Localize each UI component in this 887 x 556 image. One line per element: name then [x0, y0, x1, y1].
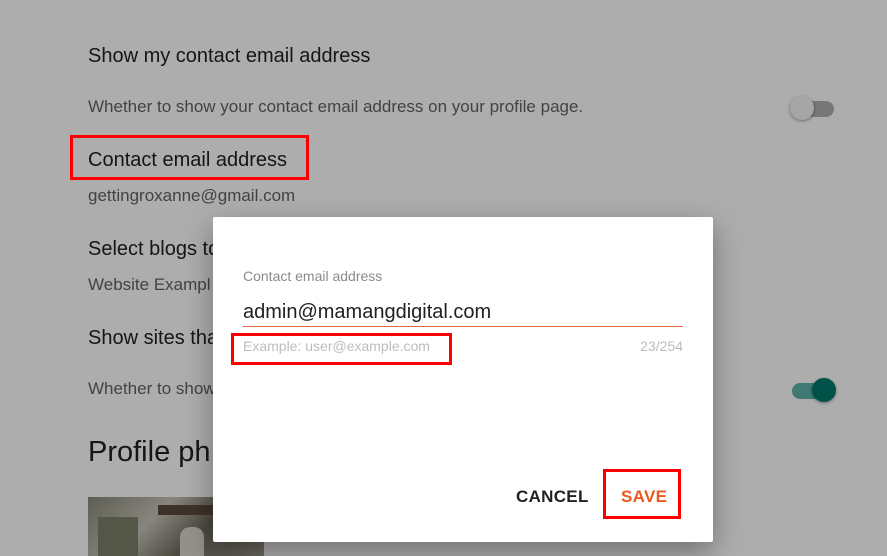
highlight-save-button — [603, 469, 681, 519]
char-counter: 23/254 — [640, 338, 683, 354]
highlight-contact-email-title — [70, 135, 309, 180]
email-input[interactable] — [243, 298, 683, 326]
highlight-email-hint — [231, 333, 452, 365]
input-underline — [243, 326, 683, 327]
email-field-label: Contact email address — [243, 268, 383, 284]
cancel-button[interactable]: CANCEL — [516, 487, 589, 507]
